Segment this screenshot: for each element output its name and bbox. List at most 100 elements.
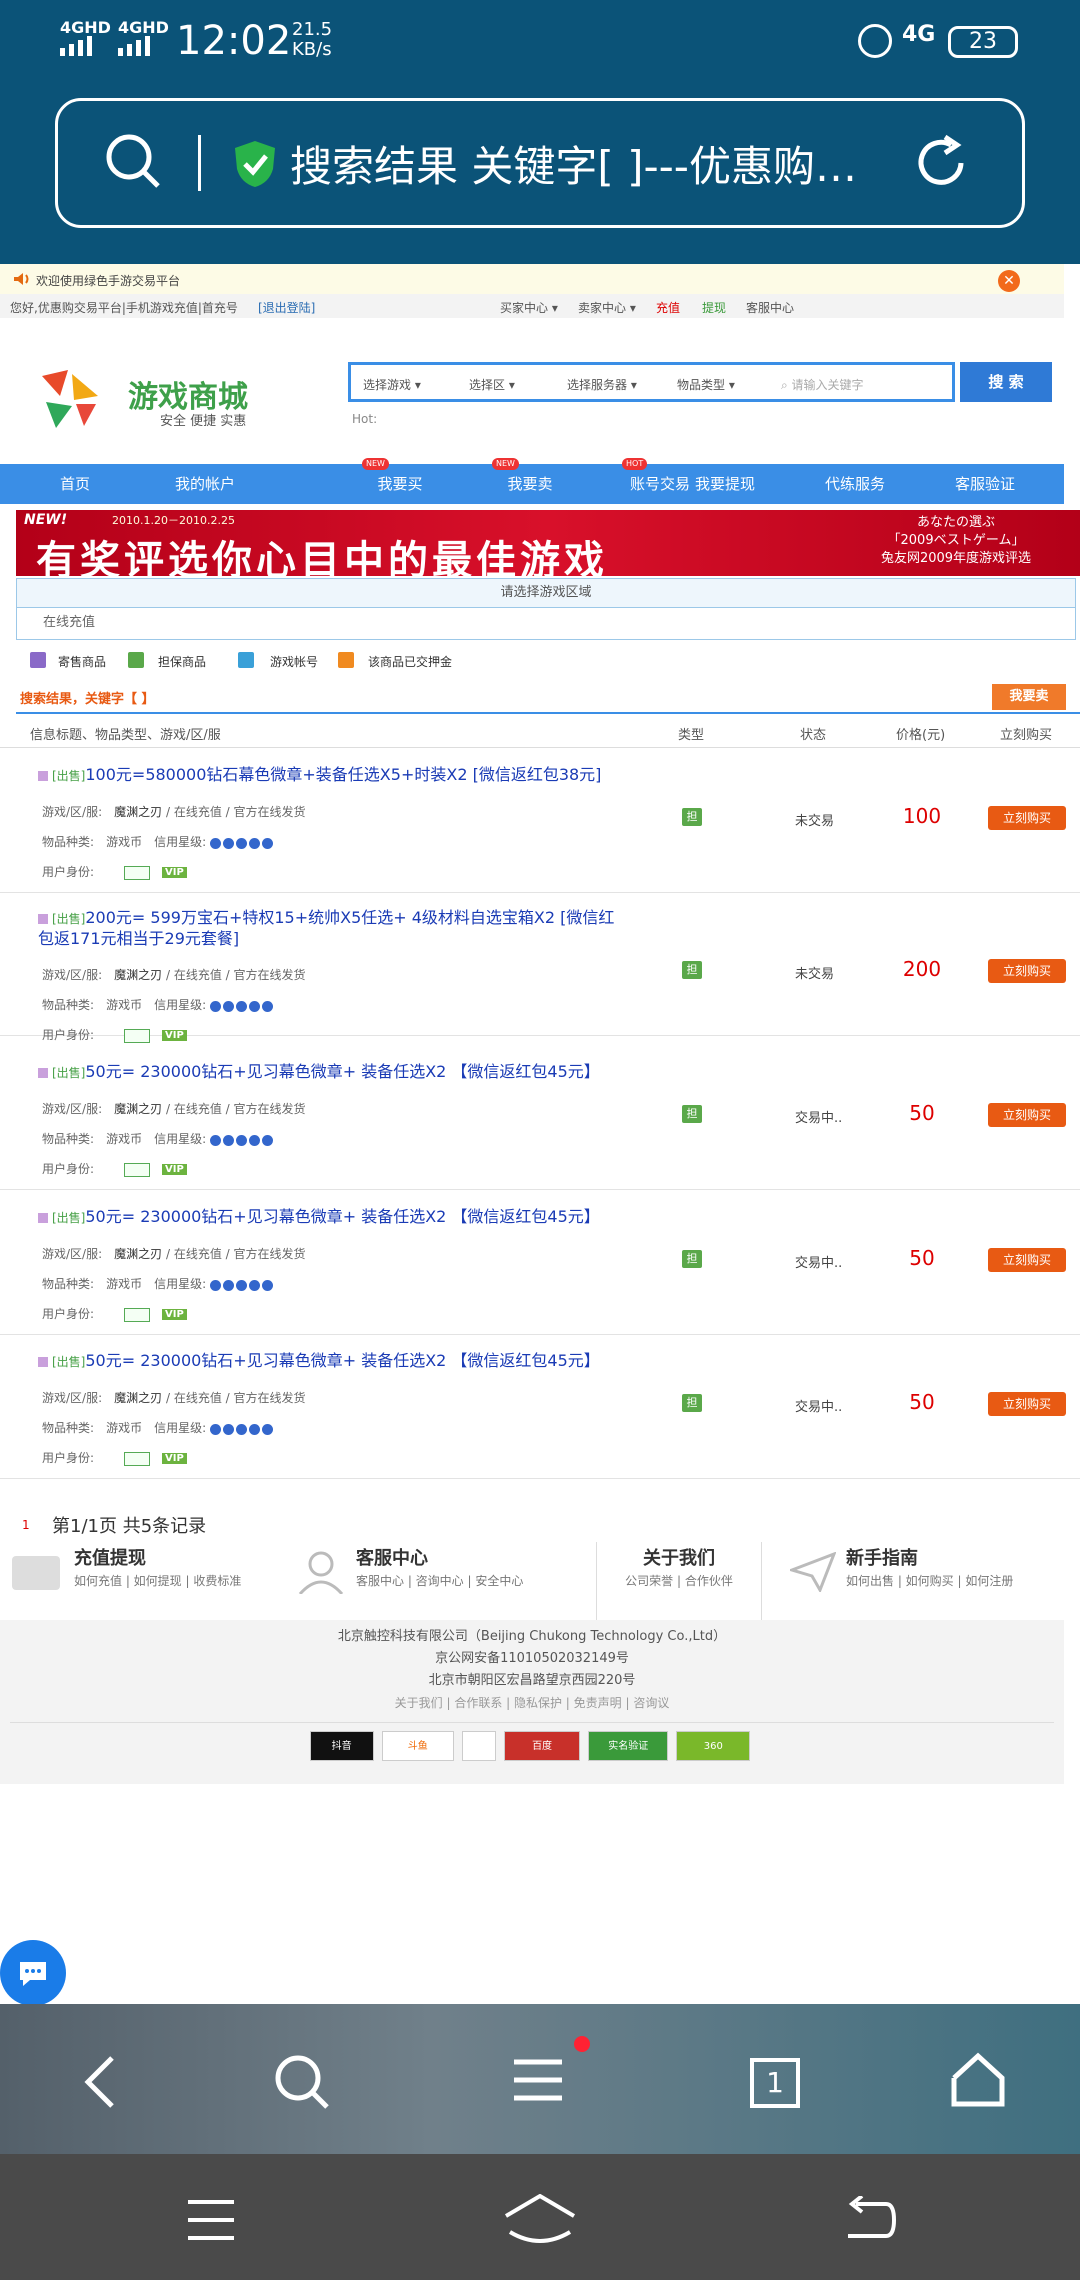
help-service-links[interactable]: 客服中心 | 咨询中心 | 安全中心 xyxy=(356,1572,586,1589)
nav-account-trade[interactable]: 账号交易 HOT xyxy=(530,458,690,504)
badge-360[interactable]: 360 xyxy=(676,1731,751,1761)
listing-title[interactable]: [出售]50元= 230000钻石+见习幕色微章+ 装备任选X2 【微信返红包4… xyxy=(38,1351,618,1372)
col-type: 类型 xyxy=(678,728,705,743)
listing-title[interactable]: [出售]200元= 599万宝石+特权15+统帅X5任选+ 4级材料自选宝箱X2… xyxy=(38,908,618,949)
col-title: 信息标题、物品类型、游戏/区/服 xyxy=(30,728,221,743)
table-header: 信息标题、物品类型、游戏/区/服 类型 状态 价格(元) 立刻购买 xyxy=(0,716,1080,748)
footer-badges: 抖音 斗鱼 百度 实名验证 360 xyxy=(0,1731,1064,1761)
listing-title[interactable]: [出售]100元=580000钻石幕色微章+装备任选X5+时装X2 [微信返红包… xyxy=(38,765,618,786)
reload-icon[interactable] xyxy=(913,133,973,193)
table-row: [出售]100元=580000钻石幕色微章+装备任选X5+时装X2 [微信返红包… xyxy=(0,750,1080,893)
help-guide-links[interactable]: 如何出售 | 如何购买 | 如何注册 xyxy=(846,1572,1064,1589)
logout-link[interactable]: [退出登陆] xyxy=(258,299,315,316)
vip-badge: VIP xyxy=(162,867,187,878)
badge-douyin[interactable]: 抖音 xyxy=(309,1731,374,1761)
web-content: 欢迎使用绿色手游交易平台 ✕ 您好,优惠购交易平台|手机游戏充值|首充号 [退出… xyxy=(0,264,1080,2006)
search-icon[interactable] xyxy=(272,2052,332,2112)
help-guide: 新手指南 如何出售 | 如何购买 | 如何注册 xyxy=(786,1542,1064,1622)
nav-withdraw[interactable]: 我要提现 xyxy=(660,464,790,504)
nav-account[interactable]: 我的帐户 xyxy=(140,464,270,504)
listing-bullet-icon xyxy=(38,770,48,781)
badge-baidu[interactable]: 百度 xyxy=(504,1731,581,1761)
service-center-link[interactable]: 客服中心 xyxy=(746,299,794,316)
search-input[interactable]: ⌕ 请输入关键字 xyxy=(781,376,864,393)
col-buy: 立刻购买 xyxy=(1000,728,1053,743)
select-server[interactable]: 选择服务器 ▾ xyxy=(567,376,637,393)
vip-badge: VIP xyxy=(162,1309,187,1320)
nav-verify[interactable]: 客服验证 xyxy=(920,464,1050,504)
battery-icon: 23 xyxy=(948,26,1018,58)
address-bar[interactable]: 搜索结果 关键字[ ]---优惠购… xyxy=(55,98,1025,228)
withdraw-link[interactable]: 提现 xyxy=(702,299,726,316)
buy-now-button[interactable]: 立刻购买 xyxy=(988,1103,1066,1127)
badge-douyu[interactable]: 斗鱼 xyxy=(381,1731,454,1761)
badge-realname[interactable]: 实名验证 xyxy=(588,1731,669,1761)
help-recharge-links[interactable]: 如何充值 | 如何提现 | 收费标准 xyxy=(74,1572,294,1589)
help-about: 关于我们 公司荣誉 | 合作伙伴 xyxy=(596,1542,762,1622)
buyer-center-link[interactable]: 买家中心 ▾ xyxy=(500,299,558,316)
select-area[interactable]: 选择区 ▾ xyxy=(469,376,515,393)
listing-status: 交易中.. xyxy=(795,1256,843,1271)
credit-stars xyxy=(209,999,275,1013)
page-title[interactable]: 搜索结果 关键字[ ]---优惠购… xyxy=(290,133,890,194)
buy-now-button[interactable]: 立刻购买 xyxy=(988,959,1066,983)
new-badge: NEW xyxy=(492,458,519,470)
promo-banner[interactable]: NEW! 2010.1.20－2010.2.25 有奖评选你心目中的最佳游戏 あ… xyxy=(16,510,1080,584)
badge-police-icon[interactable] xyxy=(461,1731,496,1761)
recent-apps-icon[interactable] xyxy=(186,2198,236,2242)
banner-date: 2010.1.20－2010.2.25 xyxy=(112,514,235,527)
nav-boosting[interactable]: 代练服务 xyxy=(790,464,920,504)
banner-new: NEW! xyxy=(24,512,68,528)
account-icon xyxy=(238,652,254,668)
zone-selector[interactable]: 请选择游戏区域 xyxy=(16,578,1076,608)
recharge-link[interactable]: 充值 xyxy=(656,299,680,316)
seller-center-link[interactable]: 卖家中心 ▾ xyxy=(578,299,636,316)
table-row: [出售]50元= 230000钻石+见习幕色微章+ 装备任选X2 【微信返红包4… xyxy=(0,1192,1080,1335)
nav-buy[interactable]: 我要买 NEW xyxy=(270,458,423,504)
home-icon[interactable] xyxy=(950,2052,1006,2108)
banner-jp: あなたの選ぶ 「2009ベストゲーム」 兔友网2009年度游戏评选 xyxy=(880,515,1032,566)
sell-button[interactable]: 我要卖 xyxy=(992,684,1066,710)
close-notice-icon[interactable]: ✕ xyxy=(998,270,1020,292)
listing-user: 用户身份: VIP xyxy=(42,1026,187,1043)
main-nav: 首页 我的帐户 我要买 NEW 我要卖 NEW 账号交易 HOT 我要提现 代练服务 … xyxy=(0,458,1064,504)
listing-title[interactable]: [出售]50元= 230000钻石+见习幕色微章+ 装备任选X2 【微信返红包4… xyxy=(38,1062,618,1083)
legend: 寄售商品 担保商品 游戏帐号 该商品已交押金 xyxy=(30,652,1050,672)
buy-now-button[interactable]: 立刻购买 xyxy=(988,806,1066,830)
nav-home[interactable]: 首页 xyxy=(10,464,140,504)
listing-bullet-icon xyxy=(38,1067,48,1078)
tabs-icon[interactable]: 1 xyxy=(750,2058,800,2108)
home-button-icon[interactable] xyxy=(504,2194,576,2244)
notification-dot xyxy=(574,2036,590,2052)
signal-2-icon xyxy=(118,36,154,58)
signal-2-label: 4GHD xyxy=(118,18,169,37)
listing-game: 游戏/区/服: 魔渊之刃 / 在线充值 / 官方在线发货 xyxy=(42,805,306,819)
page-number[interactable]: 1 xyxy=(22,1518,30,1532)
select-game[interactable]: 选择游戏 ▾ xyxy=(363,376,421,393)
listing-bullet-icon xyxy=(38,1356,48,1367)
service-icon xyxy=(298,1551,344,1594)
listing-title[interactable]: [出售]50元= 230000钻石+见习幕色微章+ 装备任选X2 【微信返红包4… xyxy=(38,1207,618,1228)
back-button-icon[interactable] xyxy=(842,2196,896,2244)
listing-price: 200 xyxy=(902,957,942,981)
chat-button[interactable] xyxy=(0,1940,66,2006)
select-item-type[interactable]: 物品类型 ▾ xyxy=(677,376,735,393)
listing-status: 交易中.. xyxy=(795,1111,843,1126)
listing-status: 未交易 xyxy=(795,814,835,829)
search-icon[interactable] xyxy=(103,131,163,191)
id-icon xyxy=(124,1451,151,1466)
divider xyxy=(16,712,1080,714)
listing-item: 物品种类: 游戏币 信用星级: xyxy=(42,833,275,850)
buy-now-button[interactable]: 立刻购买 xyxy=(988,1392,1066,1416)
back-icon[interactable] xyxy=(80,2054,120,2110)
help-about-links[interactable]: 公司荣誉 | 合作伙伴 xyxy=(597,1572,761,1589)
table-row: [出售]50元= 230000钻石+见习幕色微章+ 装备任选X2 【微信返红包4… xyxy=(0,1336,1080,1479)
nav-sell[interactable]: 我要卖 NEW xyxy=(400,458,553,504)
logo-icon xyxy=(38,366,102,430)
new-badge: NEW xyxy=(362,458,389,470)
menu-icon[interactable] xyxy=(510,2056,566,2104)
zone-recharge[interactable]: 在线充值 xyxy=(16,608,1076,640)
buy-now-button[interactable]: 立刻购买 xyxy=(988,1248,1066,1272)
footer-links[interactable]: 关于我们 | 合作联系 | 隐私保护 | 免责声明 | 咨询议 xyxy=(0,1692,1064,1714)
search-button[interactable]: 搜 索 xyxy=(960,362,1052,402)
